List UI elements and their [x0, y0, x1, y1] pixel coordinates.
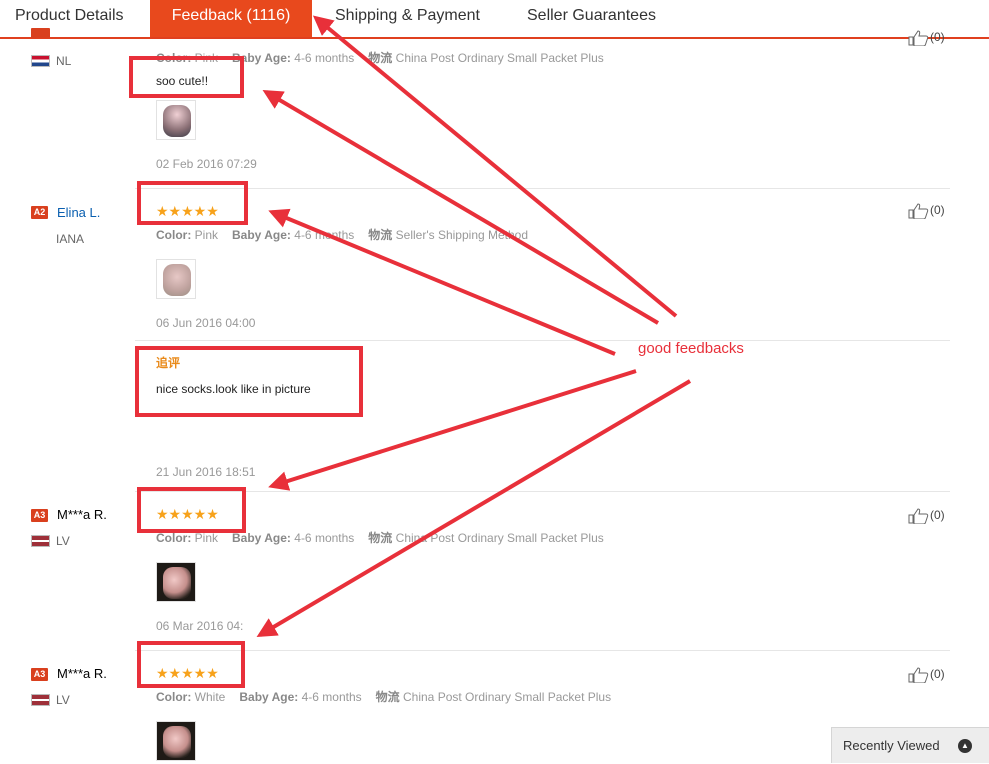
chevron-up-icon: ▲ [958, 739, 972, 753]
annotation-arrows [256, 15, 692, 638]
annotation-label: good feedbacks [638, 340, 744, 357]
recently-viewed-label: Recently Viewed [843, 738, 940, 753]
recently-viewed-button[interactable]: Recently Viewed ▲ [831, 727, 989, 763]
